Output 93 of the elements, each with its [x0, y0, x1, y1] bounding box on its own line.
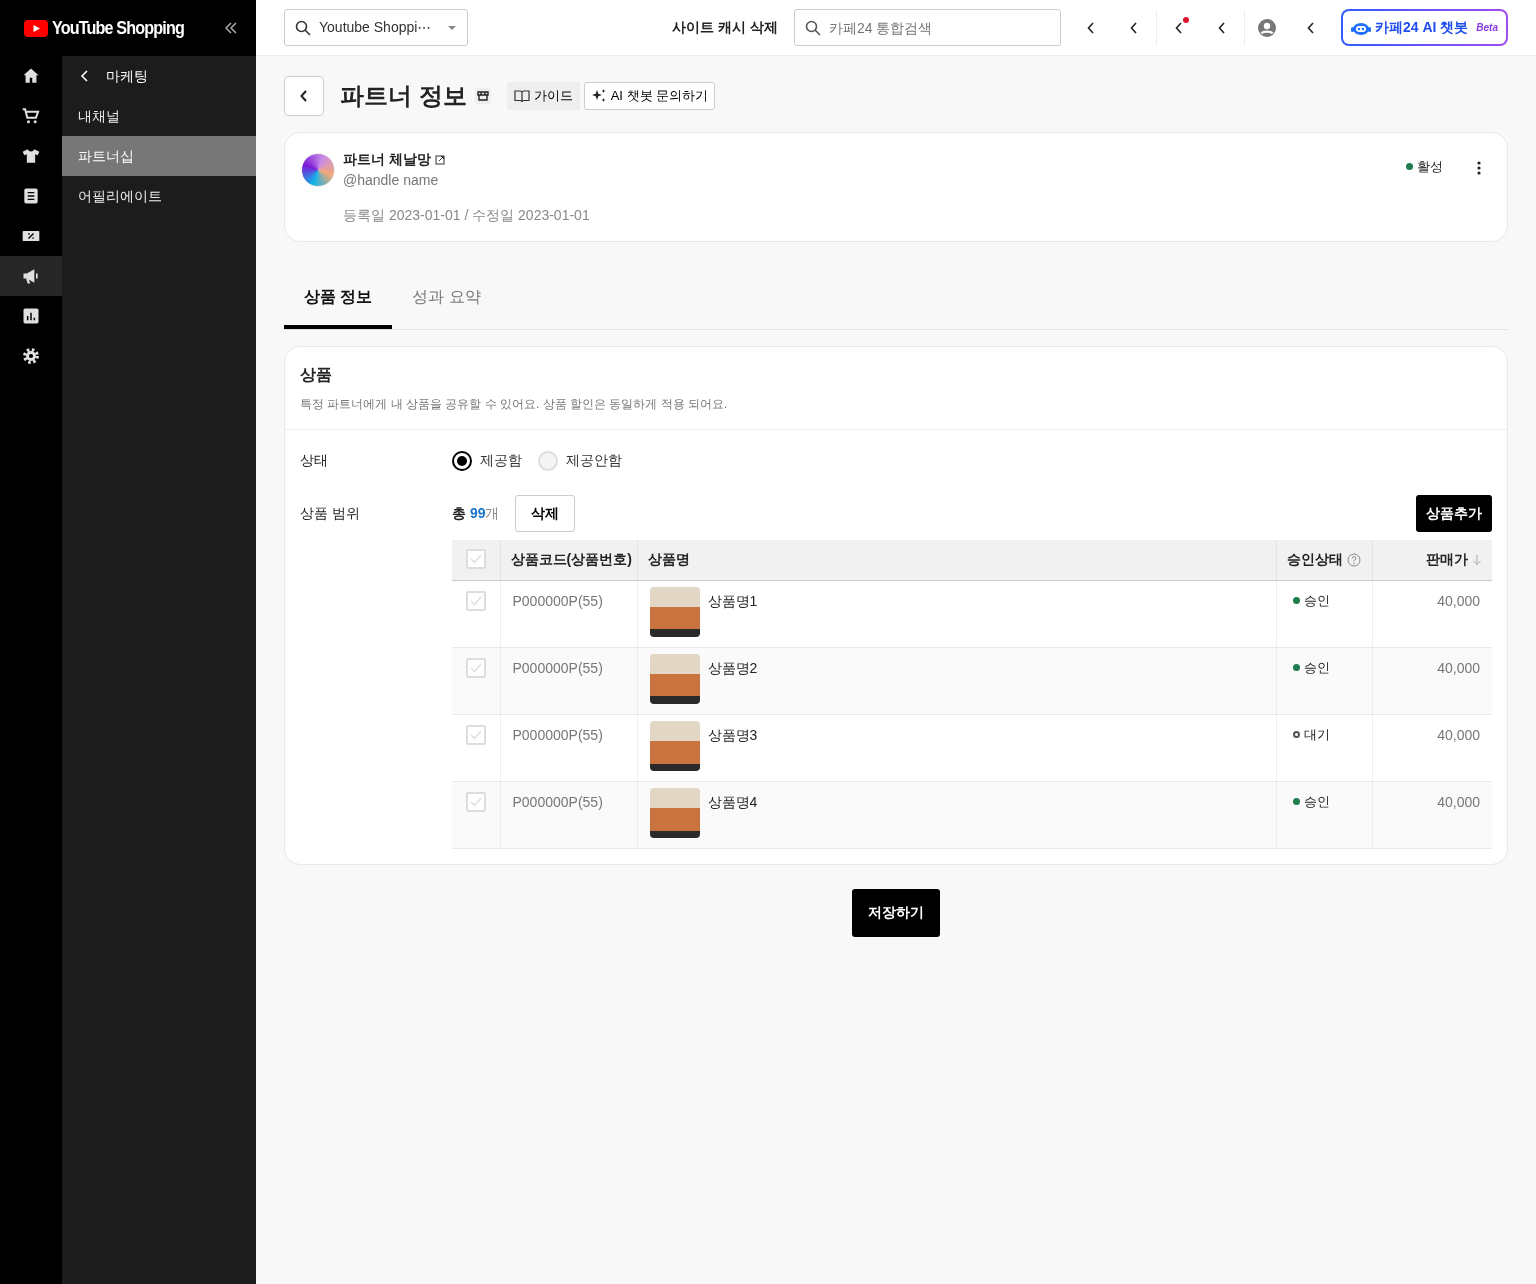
product-name: 상품명1: [707, 591, 758, 611]
product-price: 40,000: [1437, 659, 1480, 676]
sort-down-arrow-icon: [1472, 553, 1482, 566]
checkbox[interactable]: [465, 549, 486, 570]
clear-cache-link[interactable]: 사이트 캐시 삭제: [672, 17, 778, 38]
checkmark-icon: [469, 796, 482, 807]
kebab-menu-icon: [1477, 161, 1481, 176]
cart-icon: [21, 106, 41, 126]
collapse-sidebar-button[interactable]: [224, 21, 238, 35]
product-code: P000000P(55): [512, 659, 603, 676]
product-photo-placeholder: [649, 653, 700, 704]
submenu-item[interactable]: 내채널: [62, 96, 256, 136]
chevron-left-icon: [1174, 21, 1183, 34]
search-icon: [804, 20, 821, 36]
partner-name: 파트너 체날망: [343, 150, 431, 169]
field-label: 상태: [300, 451, 329, 470]
approval-status: 대기: [1303, 725, 1330, 744]
ai-inquiry-button[interactable]: AI 챗봇 문의하기: [583, 82, 716, 110]
product-price: 40,000: [1437, 726, 1480, 743]
approval-status: 승인: [1303, 658, 1330, 677]
user-avatar-icon: [1256, 17, 1277, 38]
beta-label: Beta: [1476, 21, 1498, 35]
guide-button[interactable]: 가이드: [506, 82, 580, 110]
add-product-button[interactable]: 상품추가: [1416, 495, 1492, 532]
checkbox[interactable]: [465, 724, 486, 745]
column-header: 승인상태: [1286, 550, 1343, 570]
product-price: 40,000: [1437, 592, 1480, 609]
play-logo-icon: [24, 19, 48, 37]
total-count-text: 총 99개: [452, 504, 500, 523]
section-description: 특정 파트너에게 내 상품을 공유할 수 있어요. 상품 할인은 동일하게 적용 되어요.: [300, 396, 729, 413]
product-name: 상품명3: [707, 725, 758, 745]
tab[interactable]: 상품 정보: [284, 268, 393, 329]
column-header: 판매가: [1426, 550, 1468, 570]
submenu-item[interactable]: 어필리에이트: [62, 176, 256, 216]
ai-chatbot-button[interactable]: 카페24 AI 챗봇 Beta: [1342, 11, 1506, 44]
chevron-left-icon: [300, 90, 308, 102]
partner-handle: @handle name: [343, 171, 440, 190]
product-name: 상품명2: [707, 658, 758, 678]
checkmark-icon: [469, 554, 482, 565]
help-icon: [1346, 552, 1361, 567]
settings-icon: [21, 346, 41, 366]
home-icon: [21, 66, 41, 86]
checkbox[interactable]: [465, 657, 486, 678]
product-code: P000000P(55): [512, 592, 603, 609]
chevron-left-icon: [80, 70, 90, 82]
checkmark-icon: [469, 729, 482, 740]
search-field[interactable]: 카페24 통합검색: [793, 9, 1061, 46]
checkbox[interactable]: [465, 590, 486, 611]
delete-button[interactable]: 삭제: [515, 495, 576, 532]
chevron-left-icon: [1130, 21, 1139, 34]
radio-option[interactable]: 제공함: [452, 450, 522, 471]
search-icon: [295, 19, 311, 36]
sparkle-icon: [590, 88, 607, 104]
approval-status: 승인: [1303, 792, 1330, 811]
approval-status: 승인: [1303, 591, 1330, 610]
checkbox[interactable]: [465, 791, 486, 812]
tab[interactable]: 성과 요약: [392, 268, 501, 329]
product-code: P000000P(55): [512, 793, 603, 810]
page-title: 파트너 정보: [340, 81, 467, 111]
save-button[interactable]: 저장하기: [852, 888, 940, 937]
chevron-left-icon: [1218, 21, 1227, 34]
product-name: 상품명4: [707, 792, 758, 812]
external-link-icon: [434, 154, 445, 165]
product-photo-placeholder: [649, 720, 700, 771]
shop-select[interactable]: Youtube Shoppi⋯: [284, 9, 468, 46]
product-price: 40,000: [1437, 793, 1480, 810]
notification-dot: [1182, 16, 1189, 23]
store-icon: [474, 88, 491, 104]
chevron-left-icon: [1086, 21, 1095, 34]
back-to-marketing-link[interactable]: 마케팅: [62, 56, 154, 96]
status-label: 활성: [1417, 158, 1443, 176]
chevron-left-icon: [1306, 21, 1315, 34]
book-icon: [513, 89, 530, 103]
column-header: 상품코드(상품번호): [510, 550, 632, 570]
document-icon: [21, 186, 41, 206]
column-header: 상품명: [647, 550, 690, 570]
logo-text: YouTube Shopping: [52, 15, 185, 40]
product-photo-placeholder: [649, 787, 700, 838]
avatar-circle: [301, 153, 335, 187]
bar-chart-icon: [21, 306, 41, 326]
section-title: 상품: [300, 365, 333, 385]
registration-dates: 등록일 2023-01-01 / 수정일 2023-01-01: [343, 206, 591, 225]
sidebar-nav-item[interactable]: [0, 256, 62, 296]
dropdown-caret-icon: [447, 24, 457, 31]
checkmark-icon: [469, 595, 482, 606]
product-photo-placeholder: [649, 586, 700, 637]
shirt-icon: [21, 146, 41, 166]
submenu-item[interactable]: 파트너십: [62, 136, 256, 176]
checkmark-icon: [469, 662, 482, 673]
field-label: 상품 범위: [300, 504, 361, 523]
product-code: P000000P(55): [512, 726, 603, 743]
menu-section-title: 마케팅: [106, 66, 148, 86]
radio-button[interactable]: [452, 450, 472, 471]
